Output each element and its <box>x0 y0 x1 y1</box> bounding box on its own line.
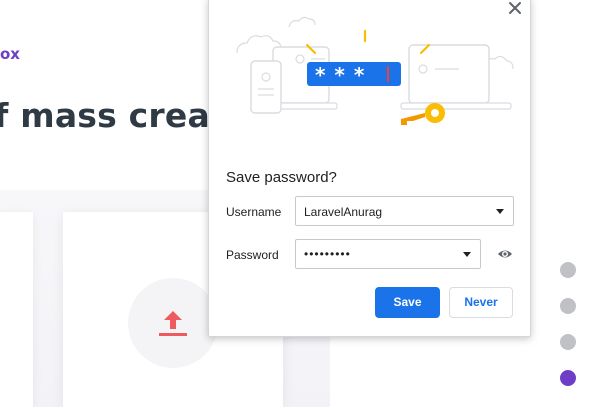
save-button[interactable]: Save <box>375 287 440 318</box>
chevron-down-icon <box>496 209 504 214</box>
username-select[interactable]: LaravelAnurag <box>295 196 514 226</box>
upload-arrow-icon[interactable] <box>157 307 189 339</box>
username-value: LaravelAnurag <box>304 205 383 219</box>
password-value: ••••••••• <box>304 247 351 261</box>
eye-icon[interactable] <box>497 247 513 261</box>
masked-password-text: * * * <box>315 63 366 87</box>
slide-dots <box>560 262 577 406</box>
slide-dot[interactable] <box>560 298 576 314</box>
cursor-bar <box>387 66 389 82</box>
password-label: Password <box>226 248 279 262</box>
masked-password-field: * * * <box>307 62 401 87</box>
slide-dot-active[interactable] <box>560 370 576 386</box>
chevron-down-icon <box>463 252 471 257</box>
never-button[interactable]: Never <box>449 287 513 318</box>
save-password-dialog: * * * Save password? Username LaravelAnu… <box>208 0 531 337</box>
slide-dot[interactable] <box>560 334 576 350</box>
dialog-title: Save password? <box>226 169 337 186</box>
password-select[interactable]: ••••••••• <box>295 239 481 269</box>
nav-link[interactable]: ox <box>0 45 20 63</box>
username-label: Username <box>226 205 282 219</box>
slide-dot[interactable] <box>560 262 576 278</box>
side-card <box>0 212 33 407</box>
